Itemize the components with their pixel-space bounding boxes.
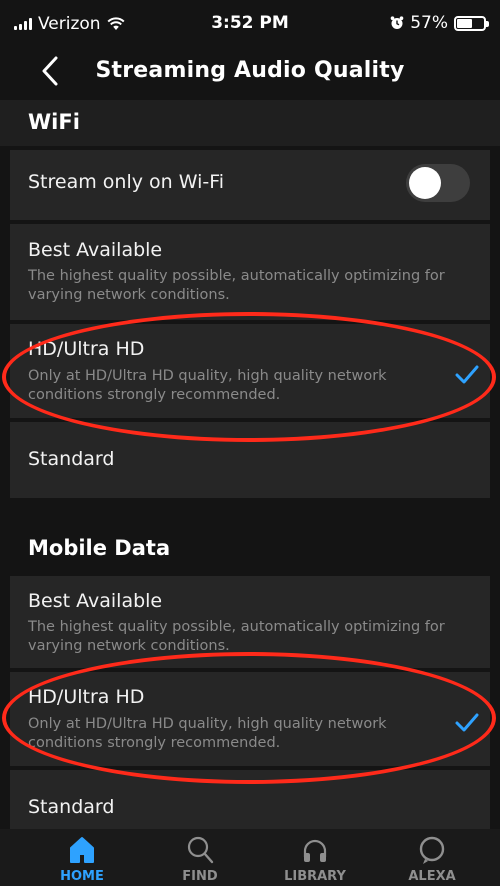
option-description: The highest quality possible, automatica… [28, 268, 445, 303]
option-label: Standard [28, 448, 115, 470]
section-title: WiFi [28, 110, 80, 134]
home-icon [70, 837, 94, 863]
tab-find[interactable]: FIND [155, 829, 245, 886]
tab-label: HOME [60, 869, 104, 884]
section-title: Mobile Data [28, 536, 171, 560]
tab-label: LIBRARY [284, 869, 346, 884]
battery-icon [454, 15, 489, 31]
mobile-option-hd-ultra-hd[interactable]: HD/Ultra HD Only at HD/Ultra HD quality,… [10, 672, 490, 766]
alarm-icon [390, 16, 404, 29]
option-label: Standard [28, 796, 115, 818]
wifi-option-best-available[interactable]: Best Available The highest quality possi… [10, 224, 490, 320]
wifi-section-header: WiFi [0, 100, 500, 146]
wifi-option-hd-ultra-hd[interactable]: HD/Ultra HD Only at HD/Ultra HD quality,… [10, 324, 490, 418]
checkmark-icon [455, 365, 479, 384]
wifi-option-standard[interactable]: Standard [10, 422, 490, 498]
mobile-option-best-available[interactable]: Best Available The highest quality possi… [10, 576, 490, 668]
tab-label: ALEXA [408, 869, 456, 884]
tab-home[interactable]: HOME [37, 829, 127, 886]
mobile-option-standard[interactable]: Standard [10, 770, 490, 830]
search-icon [187, 836, 214, 864]
status-right: 57% [390, 13, 489, 33]
headphones-icon [303, 839, 327, 862]
battery-percent: 57% [410, 13, 448, 33]
checkmark-icon [455, 713, 479, 732]
nav-header: Streaming Audio Quality [0, 44, 500, 100]
stream-only-toggle[interactable] [406, 164, 470, 202]
option-description: The highest quality possible, automatica… [28, 619, 445, 654]
status-bar: Verizon 3:52 PM 57% [0, 0, 500, 44]
option-description: Only at HD/Ultra HD quality, high qualit… [28, 368, 387, 403]
tab-bar: HOME FIND LIBRARY ALEXA [0, 829, 500, 886]
mobile-section-header: Mobile Data [0, 520, 500, 576]
toggle-knob [409, 167, 441, 199]
option-label: HD/Ultra HD [28, 338, 145, 360]
page-title: Streaming Audio Quality [95, 58, 405, 83]
option-label: Best Available [28, 239, 163, 261]
stream-only-label: Stream only on Wi-Fi [28, 171, 225, 193]
option-label: Best Available [28, 590, 163, 612]
tab-alexa[interactable]: ALEXA [387, 829, 477, 886]
option-description: Only at HD/Ultra HD quality, high qualit… [28, 716, 387, 751]
alexa-icon [419, 836, 445, 864]
option-label: HD/Ultra HD [28, 686, 145, 708]
stream-only-wifi-row[interactable]: Stream only on Wi-Fi [10, 150, 490, 220]
tab-library[interactable]: LIBRARY [270, 829, 360, 886]
tab-label: FIND [182, 869, 218, 884]
